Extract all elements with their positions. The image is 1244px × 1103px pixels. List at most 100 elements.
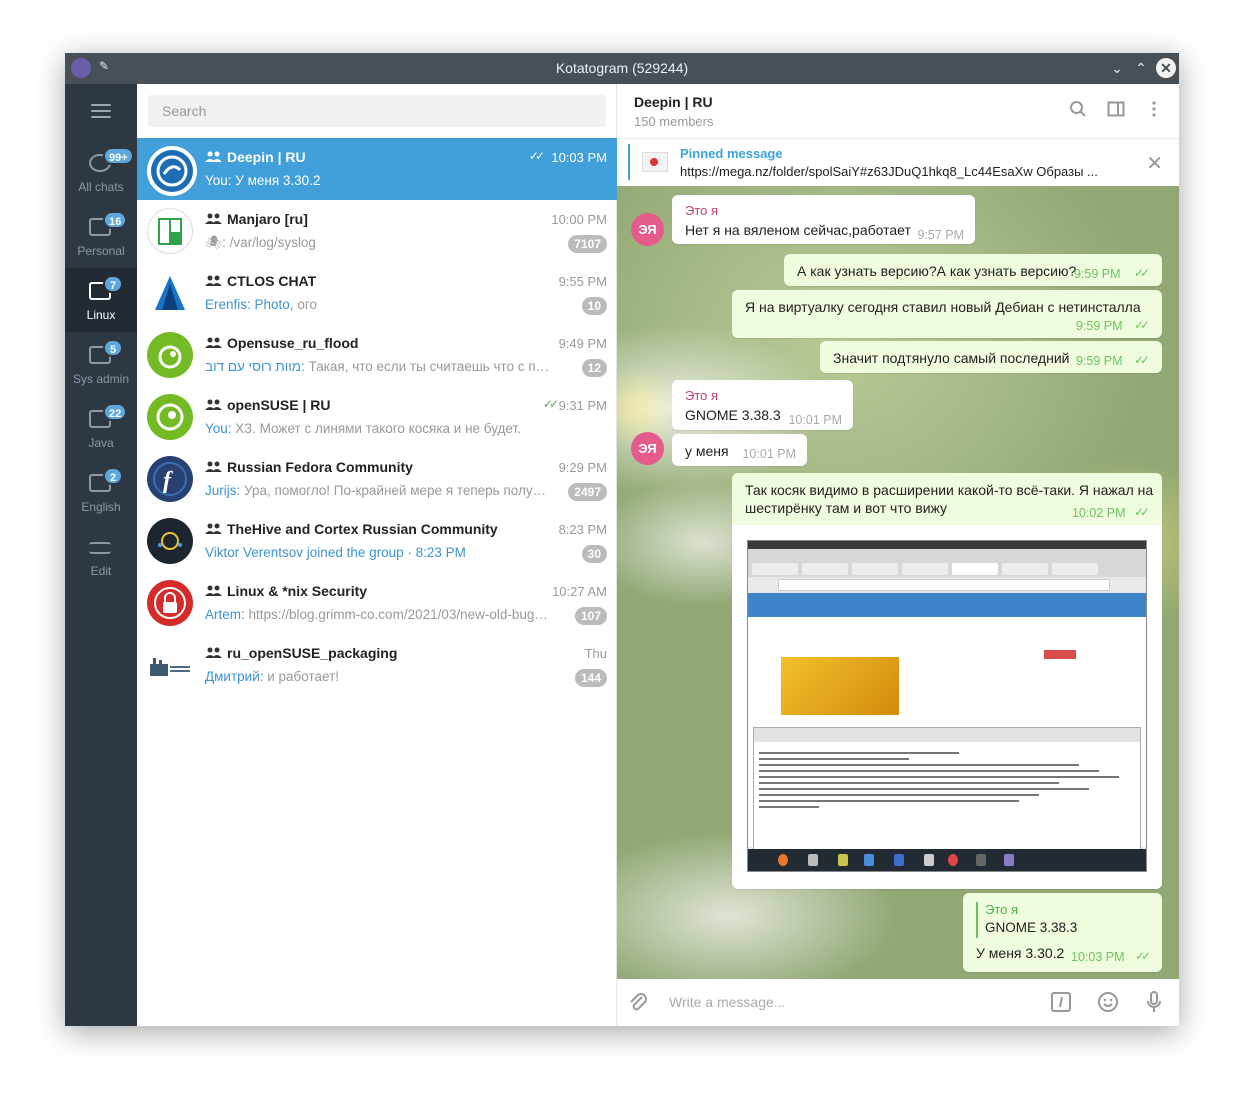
chat-item-manjaro[interactable]: Manjaro [ru] 10:00 PM 🕷: /var/log/syslog… <box>137 200 617 262</box>
chat-item-opensuse-flood[interactable]: Opensuse_ru_flood 9:49 PM מוות רוסי עם ד… <box>137 324 617 386</box>
folder-edit[interactable]: Edit <box>65 524 137 588</box>
chat-preview-text: https://blog.grimm-co.com/2021/03/new-ol… <box>244 607 550 622</box>
message-text: Я на виртуалку сегодня ставил новый Деби… <box>745 299 1141 315</box>
group-icon <box>205 585 222 596</box>
folder-badge: 5 <box>103 339 123 357</box>
avatar <box>147 146 197 196</box>
emoji-icon[interactable] <box>1096 991 1120 1015</box>
group-icon <box>205 151 222 162</box>
message-sender[interactable]: Это я <box>685 203 718 218</box>
incoming-message[interactable]: Это я GNOME 3.38.3 10:01 PM <box>672 380 853 430</box>
pinned-message-bar[interactable]: Pinned message https://mega.nz/folder/sp… <box>617 138 1179 186</box>
maximize-button[interactable]: ⌃ <box>1131 58 1151 78</box>
chat-area: Deepin | RU 150 members Pinned message h… <box>617 84 1179 1026</box>
message-time: 10:02 PM <box>1072 506 1126 520</box>
folder-sys-admin[interactable]: 5 Sys admin <box>65 332 137 396</box>
bot-commands-icon[interactable] <box>1049 991 1073 1015</box>
chat-preview: Erenfis: Photo, ого <box>205 297 550 312</box>
chat-name: Russian Fedora Community <box>227 459 413 475</box>
chat-list: Search Deepin | RU ✓✓ 10:03 PM You: У ме… <box>137 84 617 1026</box>
message-text: А как узнать версию?А как узнать версию? <box>797 263 1077 279</box>
outgoing-message[interactable]: А как узнать версию?А как узнать версию?… <box>784 254 1162 286</box>
chat-time: 10:00 PM <box>551 212 607 227</box>
reply-text[interactable]: GNOME 3.38.3 <box>985 920 1077 935</box>
folder-all-chats[interactable]: 99+ All chats <box>65 140 137 204</box>
chat-preview: You: У меня 3.30.2 <box>205 173 321 188</box>
search-input[interactable]: Search <box>148 95 606 127</box>
pinned-accent-bar <box>628 144 630 180</box>
group-icon <box>205 461 222 472</box>
chat-name: Opensuse_ru_flood <box>227 335 359 351</box>
chat-preview-text: Ура, помогло! По-крайней мере я теперь п… <box>240 483 550 498</box>
unread-badge: 30 <box>581 545 607 563</box>
folder-english[interactable]: 2 English <box>65 460 137 524</box>
avatar <box>147 580 193 626</box>
close-window-button[interactable]: ✕ <box>1156 58 1176 78</box>
folders-sidebar: 99+ All chats 16 Personal 7 Linux 5 Sys … <box>65 84 137 1026</box>
avatar <box>147 518 193 564</box>
chat-time: 10:03 PM <box>551 150 607 165</box>
chat-item-thehive[interactable]: TheHive and Cortex Russian Community 8:2… <box>137 510 617 572</box>
chat-preview-sender: Jurijs: <box>205 483 241 498</box>
chat-name: ru_openSUSE_packaging <box>227 645 398 661</box>
folder-linux[interactable]: 7 Linux <box>65 268 137 332</box>
message-text: у меня <box>685 443 729 459</box>
pinned-thumbnail <box>642 152 668 172</box>
chat-item-russian-fedora[interactable]: f Russian Fedora Community 9:29 PM Jurij… <box>137 448 617 510</box>
chat-item-deepin[interactable]: Deepin | RU ✓✓ 10:03 PM You: У меня 3.30… <box>137 138 617 200</box>
message-sender[interactable]: Это я <box>685 388 718 403</box>
more-options-icon[interactable] <box>1143 100 1165 122</box>
close-icon[interactable]: ✕ <box>1146 151 1163 176</box>
message-text: Так косяк видимо в расширении какой-то в… <box>745 482 1154 498</box>
message-time: 10:01 PM <box>742 447 796 461</box>
photo-attachment[interactable] <box>732 525 1162 889</box>
group-icon <box>205 275 222 286</box>
unread-badge: 12 <box>581 359 607 377</box>
unread-badge: 144 <box>574 669 607 687</box>
message-text: шестирёнку там и вот что вижу <box>745 500 948 516</box>
unread-badge: 107 <box>574 607 607 625</box>
chat-preview-text: ХЗ. Может с линями такого косяка и не бу… <box>231 421 521 436</box>
chat-preview-sender: Erenfis: Photo, <box>205 297 294 312</box>
chat-item-opensuse-ru[interactable]: openSUSE | RU ✓✓ 9:31 PM You: ХЗ. Может … <box>137 386 617 448</box>
folder-personal[interactable]: 16 Personal <box>65 204 137 268</box>
chat-preview: You: ХЗ. Может с линями такого косяка и … <box>205 421 550 436</box>
outgoing-message[interactable]: Я на виртуалку сегодня ставил новый Деби… <box>732 290 1162 338</box>
message-input[interactable]: Write a message... <box>669 994 785 1010</box>
folder-badge: 16 <box>103 211 128 229</box>
minimize-button[interactable]: ⌄ <box>1107 58 1127 78</box>
chat-header[interactable]: Deepin | RU 150 members <box>617 84 1179 138</box>
folder-label: Java <box>88 436 114 450</box>
chat-preview: Jurijs: Ура, помогло! По-крайней мере я … <box>205 483 550 498</box>
outgoing-message[interactable]: Значит подтянуло самый последний 9:59 PM… <box>820 341 1162 373</box>
double-check-icon: ✓✓ <box>1134 318 1150 332</box>
folder-badge: 7 <box>103 275 123 293</box>
avatar[interactable]: ЭЯ <box>631 213 664 246</box>
outgoing-message[interactable]: Это я GNOME 3.38.3 У меня 3.30.2 10:03 P… <box>963 893 1162 972</box>
folder-label: Edit <box>90 564 112 578</box>
chat-preview-text: Такая, что если ты считаешь что с прибо.… <box>304 359 550 374</box>
reply-sender[interactable]: Это я <box>985 902 1018 917</box>
incoming-message[interactable]: Это я Нет я на вяленом сейчас,работает 9… <box>672 195 975 244</box>
message-time: 9:59 PM <box>1076 354 1123 368</box>
folder-java[interactable]: 22 Java <box>65 396 137 460</box>
unread-badge: 7107 <box>568 235 607 253</box>
chat-item-linux-security[interactable]: Linux & *nix Security 10:27 AM Artem: ht… <box>137 572 617 634</box>
search-icon[interactable] <box>1067 100 1089 122</box>
chat-item-opensuse-packaging[interactable]: ru_openSUSE_packaging Thu Дмитрий: и раб… <box>137 634 617 696</box>
menu-icon[interactable] <box>91 104 111 118</box>
outgoing-message[interactable]: Так косяк видимо в расширении какой-то в… <box>732 473 1162 889</box>
chat-item-ctlos[interactable]: CTLOS CHAT 9:55 PM Erenfis: Photo, ого 1… <box>137 262 617 324</box>
attach-icon[interactable] <box>626 991 650 1015</box>
screenshot-image <box>747 540 1147 872</box>
sidebar-toggle-icon[interactable] <box>1105 100 1127 122</box>
avatar[interactable]: ЭЯ <box>631 432 664 465</box>
incoming-message[interactable]: у меня 10:01 PM <box>672 434 807 466</box>
message-time: 10:01 PM <box>788 413 842 427</box>
folder-label: Sys admin <box>72 372 130 386</box>
message-text: GNOME 3.38.3 <box>685 407 781 423</box>
avatar <box>147 332 193 378</box>
microphone-icon[interactable] <box>1142 991 1166 1015</box>
chat-name: Manjaro [ru] <box>227 211 308 227</box>
folder-label: All chats <box>78 180 124 194</box>
